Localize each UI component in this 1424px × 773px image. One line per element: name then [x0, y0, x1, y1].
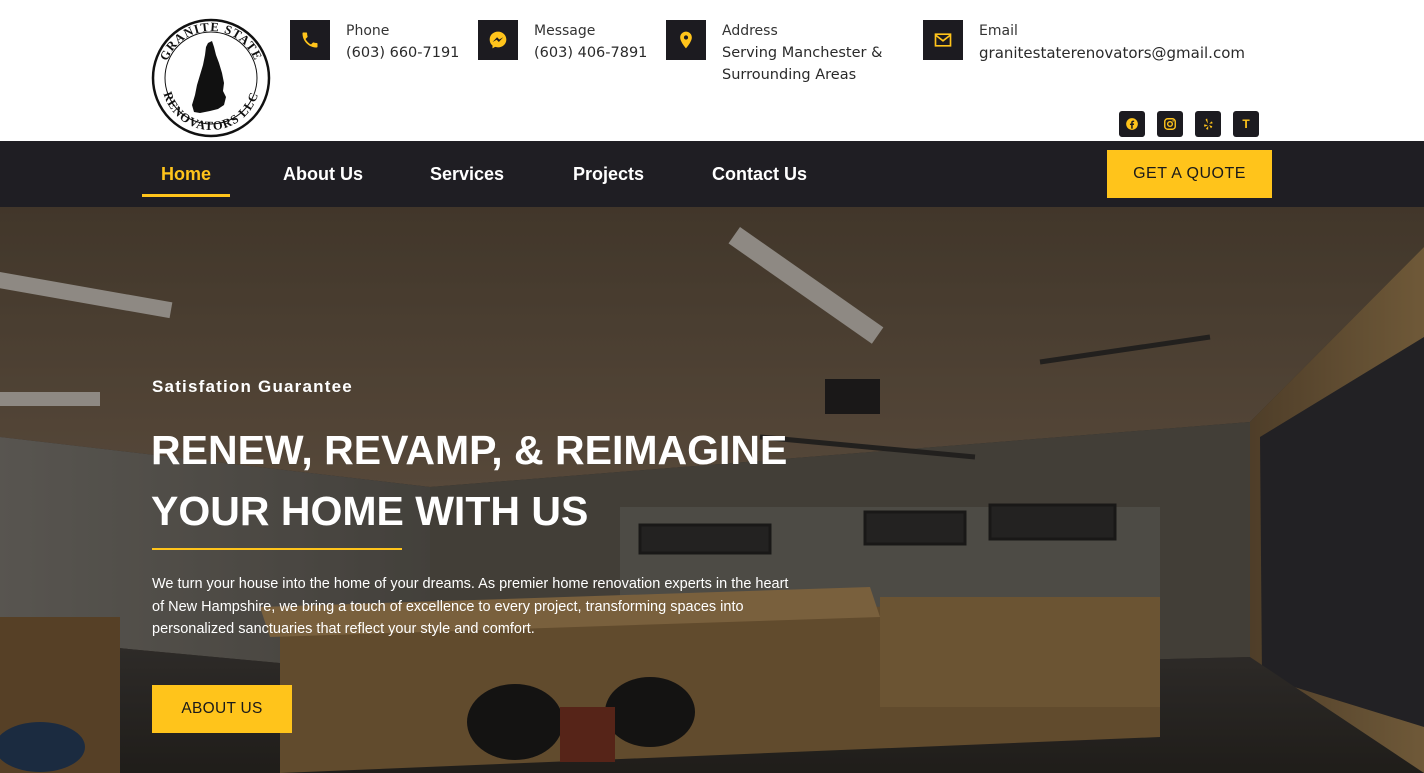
t-social-label: T	[1242, 117, 1250, 131]
contact-email[interactable]: Email granitestaterenovators@gmail.com	[923, 20, 1245, 64]
site-logo[interactable]: GRANITE STATE RENOVATORS LLC	[150, 17, 272, 139]
address-label: Address	[722, 23, 778, 39]
email-address[interactable]: granitestaterenovators@gmail.com	[979, 42, 1245, 64]
about-us-button[interactable]: ABOUT US	[152, 685, 292, 733]
nav-home[interactable]: Home	[141, 141, 231, 207]
message-label: Message	[534, 23, 596, 39]
main-nav: Home About Us Services Projects Contact …	[0, 141, 1424, 207]
hero-headline: RENEW, REVAMP, & REIMAGINE YOUR HOME WIT…	[151, 427, 788, 534]
contact-phone[interactable]: Phone (603) 660-7191	[290, 20, 459, 64]
address-value: Serving Manchester & Surrounding Areas	[722, 45, 883, 83]
nav-services[interactable]: Services	[430, 141, 504, 207]
get-a-quote-button[interactable]: GET A QUOTE	[1107, 150, 1272, 198]
top-header: GRANITE STATE RENOVATORS LLC Phone (603)…	[0, 0, 1424, 141]
phone-label: Phone	[346, 23, 390, 39]
hero-divider	[152, 548, 402, 550]
phone-icon	[290, 20, 330, 60]
messenger-icon	[478, 20, 518, 60]
map-pin-icon	[666, 20, 706, 60]
phone-number[interactable]: (603) 660-7191	[346, 42, 459, 64]
nav-projects[interactable]: Projects	[573, 141, 644, 207]
facebook-icon[interactable]	[1119, 111, 1145, 137]
message-number[interactable]: (603) 406-7891	[534, 42, 647, 64]
envelope-icon	[923, 20, 963, 60]
nav-contact-us[interactable]: Contact Us	[712, 141, 807, 207]
nav-about-us[interactable]: About Us	[283, 141, 363, 207]
hero-description: We turn your house into the home of your…	[152, 576, 789, 637]
t-social-icon[interactable]: T	[1233, 111, 1259, 137]
hero-section: Satisfation Guarantee RENEW, REVAMP, & R…	[0, 207, 1424, 773]
yelp-icon[interactable]	[1195, 111, 1221, 137]
email-label: Email	[979, 23, 1018, 39]
contact-message[interactable]: Message (603) 406-7891	[478, 20, 647, 64]
social-links: T	[1119, 111, 1259, 137]
hero-eyebrow: Satisfation Guarantee	[152, 377, 353, 396]
contact-address: Address Serving Manchester & Surrounding…	[666, 20, 902, 86]
instagram-icon[interactable]	[1157, 111, 1183, 137]
logo-emblem: GRANITE STATE RENOVATORS LLC	[151, 18, 271, 138]
